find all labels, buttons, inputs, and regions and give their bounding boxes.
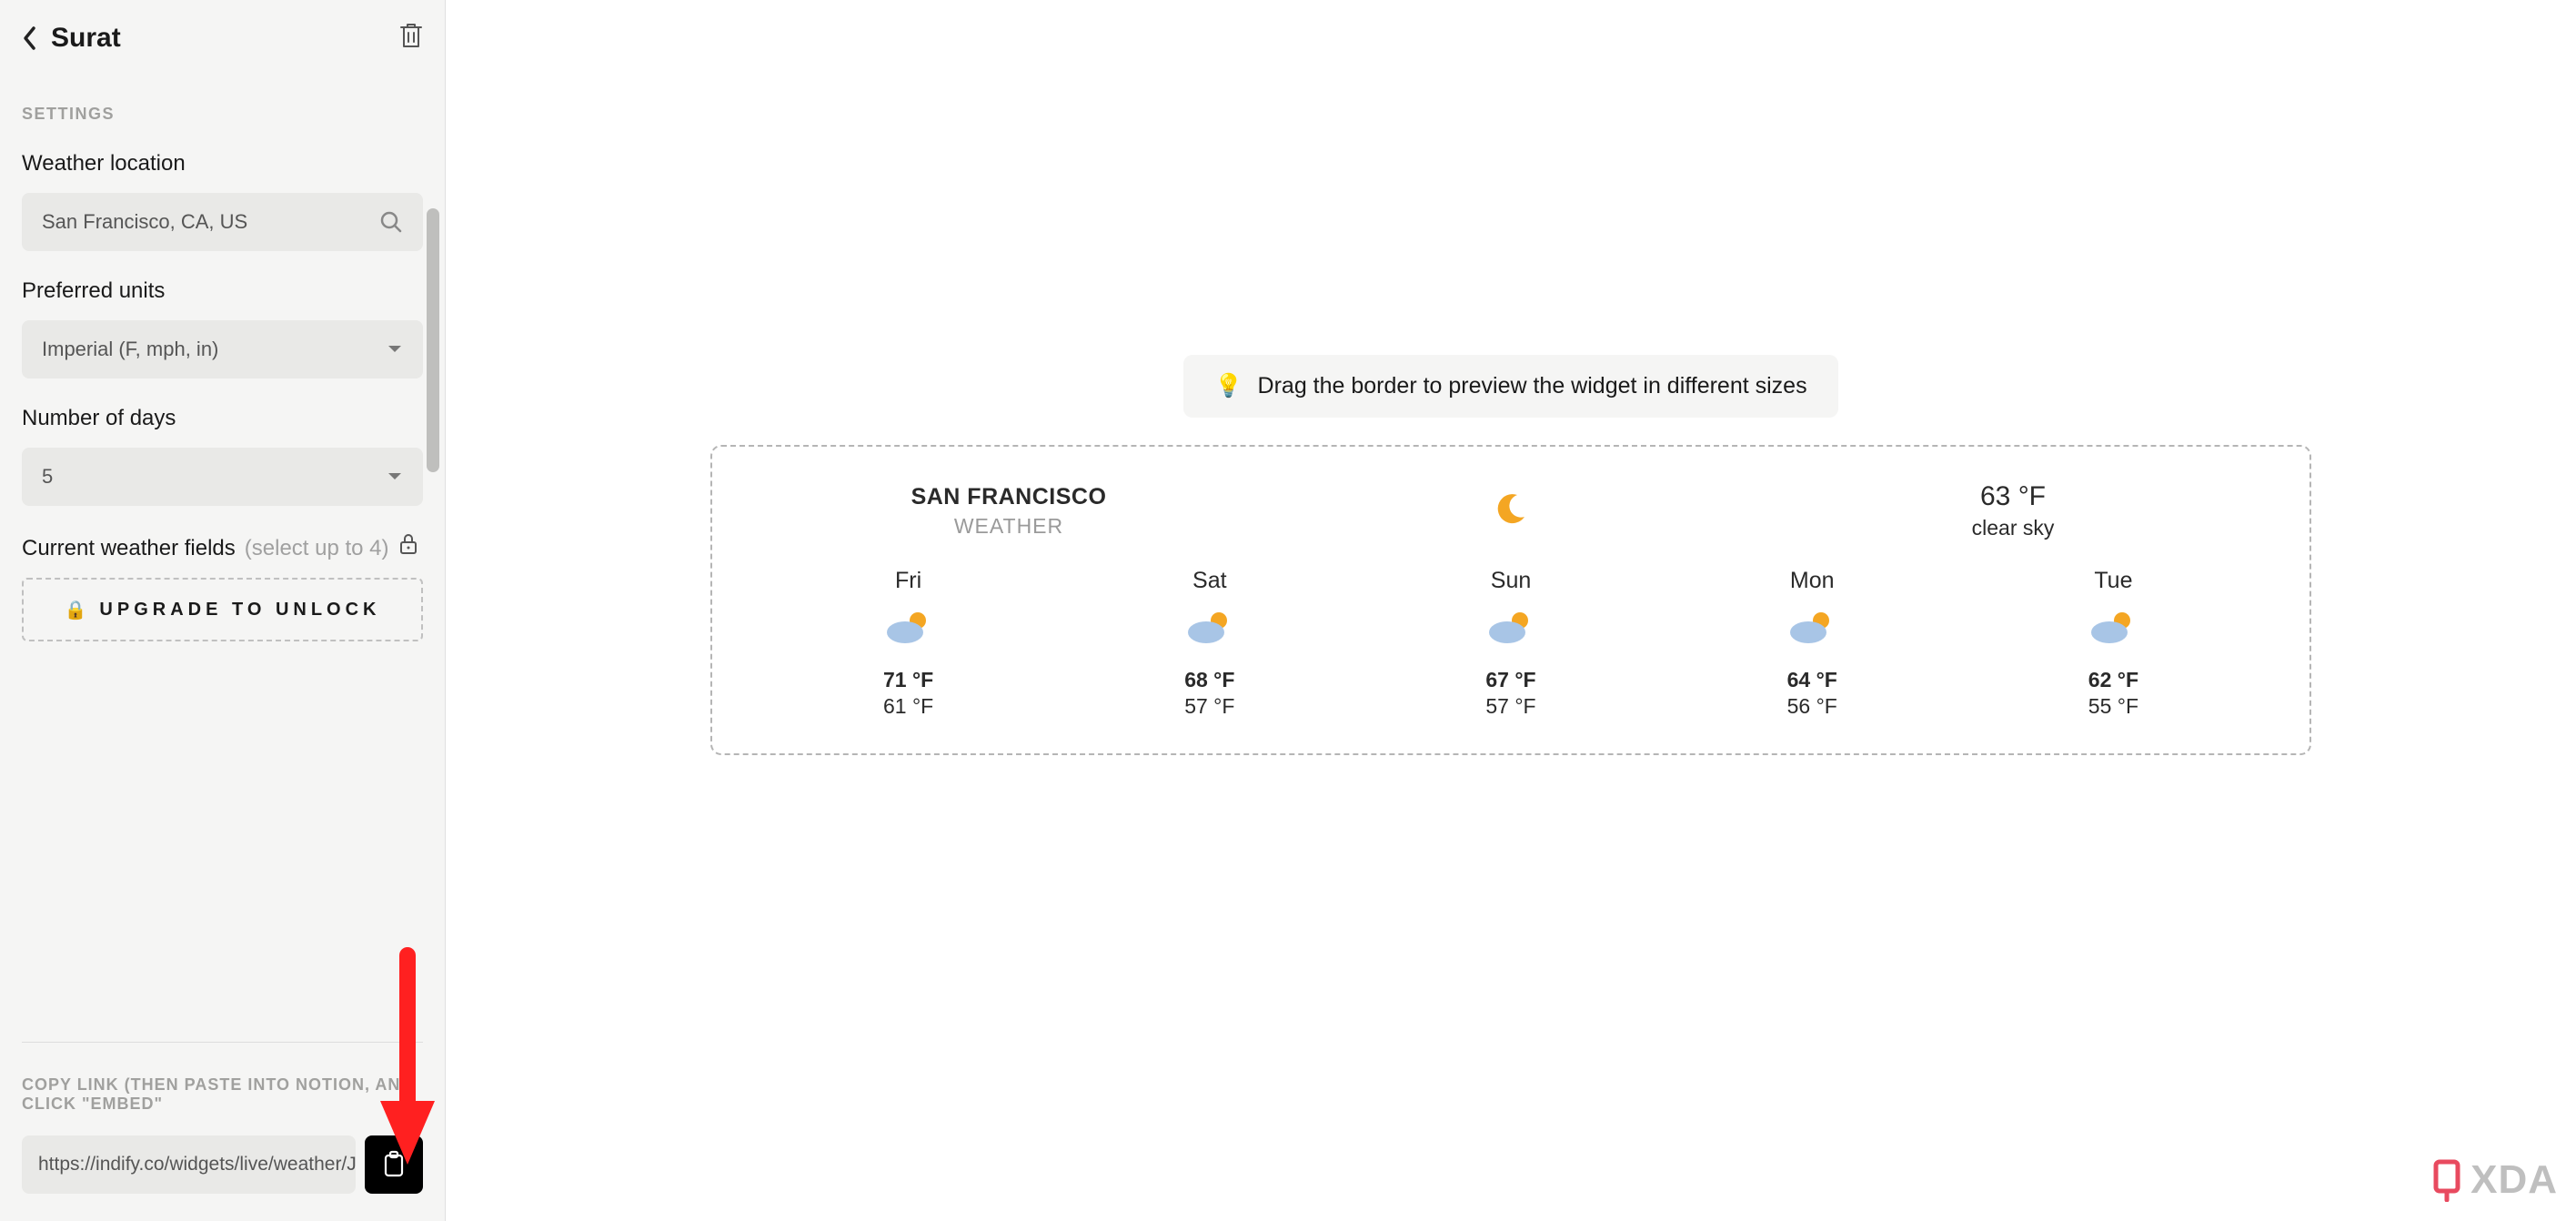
trash-icon <box>399 22 423 49</box>
sidebar-header: Surat <box>0 0 445 72</box>
moon-icon <box>1492 489 1530 528</box>
chevron-down-icon <box>387 344 403 355</box>
days-value: 5 <box>42 465 387 489</box>
preview-area: 💡 Drag the border to preview the widget … <box>446 0 2576 1221</box>
lock-emoji-icon: 🔒 <box>65 599 87 621</box>
page-title: Surat <box>51 23 121 54</box>
days-label: Number of days <box>22 406 423 431</box>
location-value: San Francisco, CA, US <box>42 210 379 234</box>
current-weather-icon <box>1260 489 1762 532</box>
partly-cloudy-icon <box>1963 609 2264 650</box>
sidebar-bottom: COPY LINK (THEN PASTE INTO NOTION, AND C… <box>0 1042 445 1221</box>
tip-banner: 💡 Drag the border to preview the widget … <box>1183 355 1837 418</box>
back-button[interactable] <box>22 25 38 51</box>
forecast-day: Fri 71 °F 61 °F <box>758 568 1059 719</box>
clipboard-icon <box>381 1150 407 1179</box>
tip-text: Drag the border to preview the widget in… <box>1258 373 1807 399</box>
partly-cloudy-icon <box>1360 609 1661 650</box>
search-icon <box>379 210 403 234</box>
city-name: SAN FRANCISCO <box>758 484 1260 510</box>
current-temp: 63 °F <box>1762 481 2264 512</box>
settings-scroll-area[interactable]: SETTINGS Weather location San Francisco,… <box>0 72 445 1042</box>
units-select[interactable]: Imperial (F, mph, in) <box>22 320 423 378</box>
upgrade-button[interactable]: 🔒 UPGRADE TO UNLOCK <box>22 578 423 641</box>
units-label: Preferred units <box>22 278 423 304</box>
lock-icon <box>398 533 418 555</box>
chevron-left-icon <box>22 25 38 51</box>
forecast-day: Sun 67 °F 57 °F <box>1360 568 1661 719</box>
forecast-row: Fri 71 °F 61 °F Sat 68 °F 57 °F Sun 67 °… <box>758 568 2264 719</box>
city-sub: WEATHER <box>758 514 1260 539</box>
partly-cloudy-icon <box>1059 609 1360 650</box>
location-label: Weather location <box>22 151 423 177</box>
weather-widget-preview[interactable]: SAN FRANCISCO WEATHER 63 °F clear sky Fr… <box>710 445 2311 755</box>
current-condition: clear sky <box>1762 516 2264 540</box>
xda-logo-icon <box>2430 1158 2467 1202</box>
location-input[interactable]: San Francisco, CA, US <box>22 193 423 251</box>
days-field: Number of days 5 <box>22 406 423 506</box>
settings-section-label: SETTINGS <box>22 105 423 124</box>
copy-button[interactable] <box>365 1135 423 1194</box>
city-block: SAN FRANCISCO WEATHER <box>758 484 1260 539</box>
scrollbar-thumb[interactable] <box>427 208 439 472</box>
link-text: https://indify.co/widgets/live/weather/J… <box>38 1154 356 1176</box>
settings-sidebar: Surat SETTINGS Weather location San Fran… <box>0 0 446 1221</box>
units-field: Preferred units Imperial (F, mph, in) <box>22 278 423 378</box>
current-fields-group: Current weather fields (select up to 4) … <box>22 533 423 641</box>
location-field: Weather location San Francisco, CA, US <box>22 151 423 251</box>
days-select[interactable]: 5 <box>22 448 423 506</box>
copy-link-label: COPY LINK (THEN PASTE INTO NOTION, AND C… <box>22 1075 423 1114</box>
forecast-day: Mon 64 °F 56 °F <box>1662 568 1963 719</box>
widget-header: SAN FRANCISCO WEATHER 63 °F clear sky <box>758 481 2264 540</box>
chevron-down-icon <box>387 471 403 482</box>
link-display[interactable]: https://indify.co/widgets/live/weather/J… <box>22 1135 356 1194</box>
xda-watermark: XDA <box>2430 1157 2558 1203</box>
forecast-day: Tue 62 °F 55 °F <box>1963 568 2264 719</box>
current-temp-block: 63 °F clear sky <box>1762 481 2264 540</box>
forecast-day: Sat 68 °F 57 °F <box>1059 568 1360 719</box>
partly-cloudy-icon <box>758 609 1059 650</box>
current-fields-label: Current weather fields (select up to 4) <box>22 533 423 561</box>
delete-button[interactable] <box>399 22 423 54</box>
partly-cloudy-icon <box>1662 609 1963 650</box>
bulb-icon: 💡 <box>1214 373 1243 399</box>
units-value: Imperial (F, mph, in) <box>42 338 387 361</box>
